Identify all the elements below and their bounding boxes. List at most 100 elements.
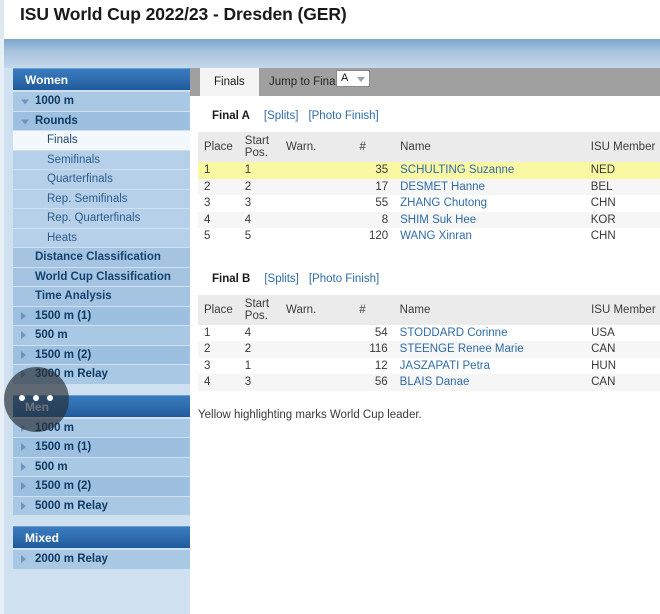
table-row[interactable]: 55120WANG XinranCHN1:3 <box>198 228 660 245</box>
cell-start-pos: 2 <box>238 341 281 358</box>
chevron-right-icon[interactable] <box>21 501 26 510</box>
chevron-right-icon[interactable] <box>21 423 26 432</box>
table-row[interactable]: 3112JASZAPATI PetraHUN1:3 <box>198 357 660 374</box>
table-row[interactable]: 1135SCHULTING SuzanneNED1:3 <box>198 162 660 179</box>
sidebar-item-500-m[interactable]: 500 m <box>13 457 190 476</box>
sidebar-item-world-cup-classification[interactable]: World Cup Classification <box>13 267 190 286</box>
sidebar-item-label: Time Analysis <box>35 290 112 302</box>
sidebar-item-rep-quarterfinals[interactable]: Rep. Quarterfinals <box>13 209 190 228</box>
sidebar-item-5000-m-relay[interactable]: 5000 m Relay <box>13 496 190 515</box>
chevron-right-icon[interactable] <box>21 462 26 471</box>
tab-bar: Finals Jump to Final <box>190 68 660 96</box>
sidebar-item-semifinals[interactable]: Semifinals <box>13 150 190 169</box>
cell-warn <box>280 324 354 341</box>
cell-warn <box>280 178 354 195</box>
cell-name[interactable]: ZHANG Chutong <box>394 195 585 212</box>
cell-name[interactable]: SHIM Suk Hee <box>394 211 585 228</box>
chevron-down-icon[interactable] <box>21 99 29 105</box>
cell-name[interactable]: JASZAPATI Petra <box>393 357 586 374</box>
table-row[interactable]: 1454STODDARD CorinneUSA1:3 <box>198 324 660 341</box>
final-select-dropdown[interactable]: A <box>336 70 370 87</box>
cell-name[interactable]: STODDARD Corinne <box>393 324 586 341</box>
chevron-right-icon[interactable] <box>21 350 26 359</box>
cell-isu-member: CAN <box>585 341 660 358</box>
table-row[interactable]: 22116STEENGE Renee MarieCAN1:3 <box>198 341 660 358</box>
chevron-down-icon[interactable] <box>21 119 29 125</box>
sidebar-item-1500-m-1[interactable]: 1500 m (1) <box>13 438 190 457</box>
column-header-start-pos: Start Pos. <box>238 294 281 325</box>
chevron-down-icon <box>357 77 365 82</box>
photo-finish-link[interactable]: [Photo Finish] <box>308 110 378 122</box>
results-table: PlaceStartPos.Warn.#NameISU MemberRes113… <box>198 132 660 245</box>
results-table: PlaceStartPos.Warn.#NameISU MemberRes145… <box>198 294 660 391</box>
sidebar-item-1500-m-1[interactable]: 1500 m (1) <box>13 306 190 325</box>
title-bar: ISU World Cup 2022/23 - Dresden (GER) <box>0 0 660 39</box>
column-header-number: # <box>353 132 395 162</box>
chevron-right-icon[interactable] <box>21 482 26 491</box>
table-header-row: PlaceStartPos.Warn.#NameISU MemberRes <box>198 294 660 325</box>
start-pos-line-2: Pos. <box>244 147 268 159</box>
sidebar-item-finals[interactable]: Finals <box>13 131 190 150</box>
results-block-header: Final B [Splits] [Photo Finish] <box>190 273 660 295</box>
sidebar-item-heats[interactable]: Heats <box>13 228 190 247</box>
sidebar-item-label: 1500 m (2) <box>35 480 92 492</box>
splits-link[interactable]: [Splits] <box>264 273 299 285</box>
chevron-right-icon[interactable] <box>21 331 26 340</box>
cell-name[interactable]: DESMET Hanne <box>394 178 585 195</box>
sidebar-item-rep-semifinals[interactable]: Rep. Semifinals <box>13 189 190 208</box>
splits-link[interactable]: [Splits] <box>264 110 299 122</box>
chevron-right-icon[interactable] <box>21 555 26 564</box>
cell-number: 12 <box>353 357 394 374</box>
sidebar-item-quarterfinals[interactable]: Quarterfinals <box>13 170 190 189</box>
sidebar-item-label: Quarterfinals <box>47 173 113 185</box>
results-block-title: Final B <box>212 272 251 285</box>
sidebar-item-1500-m-2[interactable]: 1500 m (2) <box>13 345 190 364</box>
cell-warn <box>280 357 354 374</box>
cell-name[interactable]: BLAIS Danae <box>393 374 586 391</box>
sidebar-item-3000-m-relay[interactable]: 3000 m Relay <box>13 365 190 384</box>
sidebar-item-1000-m[interactable]: 1000 m <box>13 92 190 111</box>
cell-number: 120 <box>353 228 395 245</box>
column-header-isu-member: ISU Member <box>585 294 660 325</box>
cell-place: 1 <box>198 324 239 341</box>
cell-isu-member: KOR <box>584 211 660 228</box>
sidebar-item-label: 3000 m Relay <box>35 368 108 380</box>
sidebar-item-500-m[interactable]: 500 m <box>13 326 190 345</box>
cell-isu-member: CHN <box>584 228 660 245</box>
column-header-isu-member: ISU Member <box>584 132 660 162</box>
photo-finish-link[interactable]: [Photo Finish] <box>309 273 379 285</box>
cell-name[interactable]: WANG Xinran <box>394 228 585 245</box>
chevron-right-icon[interactable] <box>21 311 26 320</box>
cell-isu-member: BEL <box>584 178 660 195</box>
cell-warn <box>280 162 354 179</box>
chevron-right-icon[interactable] <box>21 443 26 452</box>
sidebar-item-distance-classification[interactable]: Distance Classification <box>13 248 190 267</box>
start-pos-line-1: Start <box>244 135 270 147</box>
table-row[interactable]: 4356BLAIS DanaeCAN2:3 <box>198 374 660 391</box>
table-row[interactable]: 448SHIM Suk HeeKOR1:3 <box>198 211 660 228</box>
sidebar-item-1000-m[interactable]: 1000 m <box>13 418 190 437</box>
start-pos-line-2: Pos. <box>244 309 268 322</box>
table-row[interactable]: 3355ZHANG ChutongCHN1:3 <box>198 195 660 212</box>
sidebar-item-rounds[interactable]: Rounds <box>13 111 190 130</box>
sidebar-item-1500-m-2[interactable]: 1500 m (2) <box>13 477 190 496</box>
cell-name[interactable]: SCHULTING Suzanne <box>394 162 585 179</box>
column-header-number: # <box>353 294 394 325</box>
sidebar-item-label: Heats <box>47 231 78 244</box>
table-row[interactable]: 2217DESMET HanneBEL1:3 <box>198 178 660 195</box>
table-header-row: PlaceStartPos.Warn.#NameISU MemberRes <box>198 132 660 162</box>
page-title: ISU World Cup 2022/23 - Dresden (GER) <box>20 4 347 24</box>
results-block-header: Final A [Splits] [Photo Finish] <box>190 110 660 132</box>
cell-warn <box>280 211 354 228</box>
sidebar-item-time-analysis[interactable]: Time Analysis <box>13 287 190 306</box>
sidebar-item-2000-m-relay[interactable]: 2000 m Relay <box>13 550 190 569</box>
cell-name[interactable]: STEENGE Renee Marie <box>393 341 586 358</box>
results-block-title: Final A <box>212 110 250 122</box>
sidebar-item-label: 1500 m (1) <box>35 309 92 322</box>
cell-number: 116 <box>353 341 394 358</box>
tab-finals[interactable]: Finals <box>200 68 259 96</box>
chevron-right-icon[interactable] <box>21 370 26 379</box>
column-header-warn: Warn. <box>280 294 354 325</box>
cell-warn <box>280 228 354 245</box>
sidebar-item-label: 5000 m Relay <box>35 499 108 512</box>
